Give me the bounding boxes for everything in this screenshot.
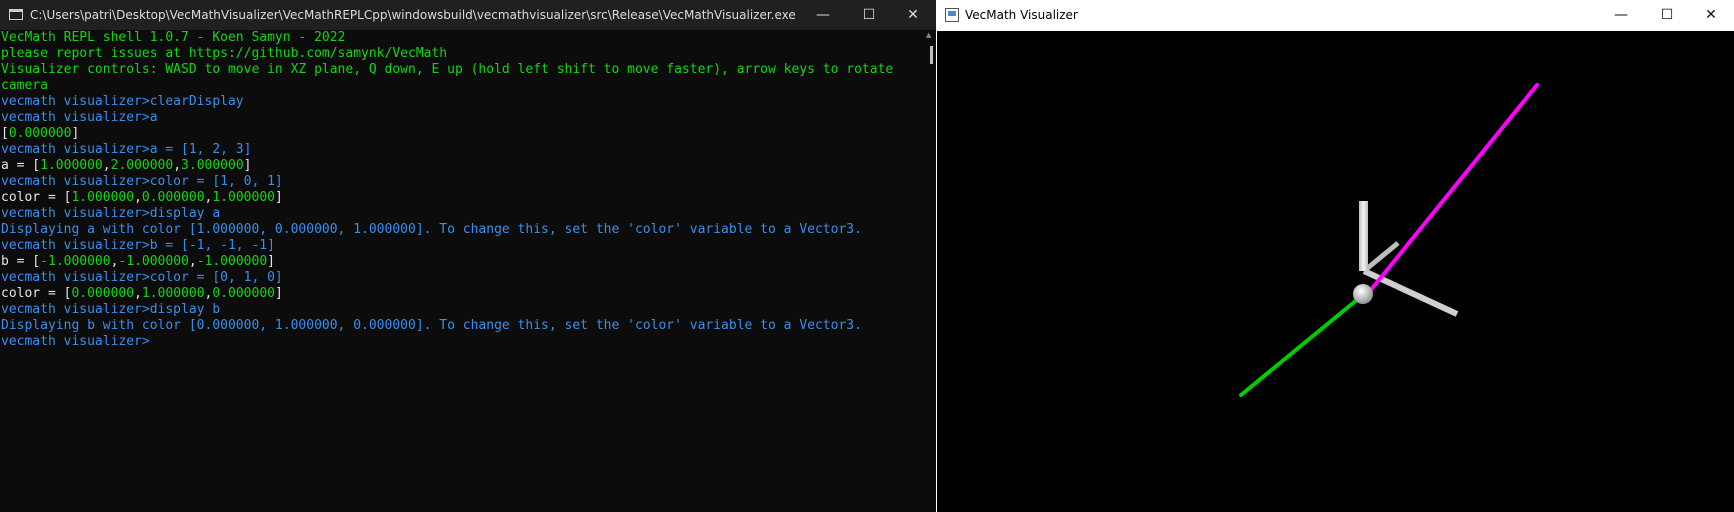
console-titlebar[interactable]: C:\Users\patri\Desktop\VecMathVisualizer…: [0, 0, 936, 30]
console-text-segment: 0.000000: [8, 126, 72, 141]
console-text-segment: Displaying a with color [1.000000, 0.000…: [1, 222, 862, 237]
console-text-segment: ,: [102, 158, 111, 173]
console-line: Displaying a with color [1.000000, 0.000…: [1, 222, 919, 238]
console-line: vecmath visualizer>color = [0, 1, 0]: [1, 270, 919, 286]
console-text-segment: ]: [267, 254, 275, 269]
console-text-segment: [: [1, 126, 9, 141]
3d-scene-canvas[interactable]: [937, 31, 1734, 512]
console-line: vecmath visualizer>display a: [1, 206, 919, 222]
console-window-title: C:\Users\patri\Desktop\VecMathVisualizer…: [30, 8, 796, 22]
console-text-segment: ,: [134, 190, 142, 205]
close-button[interactable]: ✕: [890, 0, 936, 30]
console-output[interactable]: VecMath REPL shell 1.0.7 - Koen Samyn - …: [1, 30, 919, 512]
console-line: vecmath visualizer>: [1, 334, 919, 350]
console-text-segment: 1.000000: [212, 190, 275, 205]
console-line: color = [0.000000,1.000000,0.000000]: [1, 286, 919, 302]
console-line: b = [-1.000000,-1.000000,-1.000000]: [1, 254, 919, 270]
console-text-segment: VecMath REPL shell 1.0.7 - Koen Samyn - …: [1, 30, 346, 45]
console-line: vecmath visualizer>display b: [1, 302, 919, 318]
maximize-button[interactable]: ☐: [846, 0, 892, 30]
console-line: Visualizer controls: WASD to move in XZ …: [1, 62, 919, 94]
console-text-segment: Visualizer controls: WASD to move in XZ …: [1, 62, 902, 93]
console-text-segment: 0.000000: [71, 286, 135, 301]
console-text-segment: 1.000000: [141, 286, 205, 301]
console-text-segment: a = [: [1, 158, 41, 173]
console-text-segment: ]: [243, 158, 252, 173]
vector-a-line: [1368, 83, 1539, 293]
console-text-segment: vecmath visualizer>color = [1, 0, 1]: [1, 174, 283, 189]
console-line: Displaying b with color [0.000000, 1.000…: [1, 318, 919, 334]
console-text-segment: 0.000000: [212, 286, 275, 301]
console-text-segment: vecmath visualizer>b = [-1, -1, -1]: [1, 238, 275, 253]
console-text-segment: b = [: [1, 254, 41, 269]
console-line: color = [1.000000,0.000000,1.000000]: [1, 190, 919, 206]
close-button[interactable]: ✕: [1688, 0, 1734, 31]
console-text-segment: Displaying b with color [0.000000, 1.000…: [1, 318, 862, 333]
visualizer-window-title: VecMath Visualizer: [965, 8, 1078, 22]
x-axis-line: [1362, 268, 1459, 317]
console-line: VecMath REPL shell 1.0.7 - Koen Samyn - …: [1, 30, 919, 46]
origin-sphere: [1353, 284, 1373, 304]
console-text-segment: vecmath visualizer>display a: [1, 206, 221, 221]
console-window[interactable]: C:\Users\patri\Desktop\VecMathVisualizer…: [0, 0, 936, 512]
console-text-segment: vecmath visualizer>clearDisplay: [1, 94, 244, 109]
console-text-segment: -1.000000: [196, 254, 268, 269]
console-line: a = [1.000000,2.000000,3.000000]: [1, 158, 919, 174]
console-text-segment: please report issues at https://github.c…: [1, 46, 448, 61]
console-text-segment: 1.000000: [40, 158, 103, 173]
console-line: vecmath visualizer>a = [1, 2, 3]: [1, 142, 919, 158]
y-axis-line: [1359, 201, 1368, 271]
console-text-segment: color = [: [1, 286, 72, 301]
console-text-segment: ]: [71, 126, 80, 141]
z-axis-line: [1362, 241, 1400, 273]
console-text-segment: ,: [188, 254, 197, 269]
console-text-segment: color = [: [1, 190, 72, 205]
visualizer-window[interactable]: VecMath Visualizer — ☐ ✕: [937, 0, 1734, 512]
console-line: vecmath visualizer>b = [-1, -1, -1]: [1, 238, 919, 254]
terminal-icon: [9, 9, 23, 20]
console-text-segment: vecmath visualizer>color = [0, 1, 0]: [1, 270, 283, 285]
console-scrollbar-thumb[interactable]: [930, 46, 933, 64]
console-text-segment: 3.000000: [181, 158, 244, 173]
minimize-button[interactable]: —: [1598, 0, 1644, 31]
vector-b-line: [1239, 292, 1366, 397]
console-text-segment: ]: [274, 190, 283, 205]
console-text-segment: vecmath visualizer>display b: [1, 302, 221, 317]
console-text-segment: ]: [274, 286, 283, 301]
console-line: [0.000000]: [1, 126, 919, 142]
console-text-segment: -1.000000: [118, 254, 189, 269]
console-text-segment: 2.000000: [110, 158, 174, 173]
console-text-segment: -1.000000: [40, 254, 111, 269]
window-app-icon: [945, 8, 959, 22]
console-text-segment: vecmath visualizer>a: [1, 110, 158, 125]
maximize-button[interactable]: ☐: [1644, 0, 1690, 31]
console-line: vecmath visualizer>a: [1, 110, 919, 126]
minimize-button[interactable]: —: [800, 0, 846, 30]
console-text-segment: vecmath visualizer>: [1, 334, 150, 349]
console-line: please report issues at https://github.c…: [1, 46, 919, 62]
console-line: vecmath visualizer>clearDisplay: [1, 94, 919, 110]
scroll-up-arrow-icon[interactable]: ▲: [926, 31, 936, 41]
console-text-segment: vecmath visualizer>a = [1, 2, 3]: [1, 142, 252, 157]
console-text-segment: 0.000000: [141, 190, 205, 205]
console-line: vecmath visualizer>color = [1, 0, 1]: [1, 174, 919, 190]
console-text-segment: ,: [173, 158, 182, 173]
visualizer-titlebar[interactable]: VecMath Visualizer — ☐ ✕: [937, 0, 1734, 31]
console-text-segment: 1.000000: [71, 190, 135, 205]
console-text-segment: ,: [134, 286, 142, 301]
